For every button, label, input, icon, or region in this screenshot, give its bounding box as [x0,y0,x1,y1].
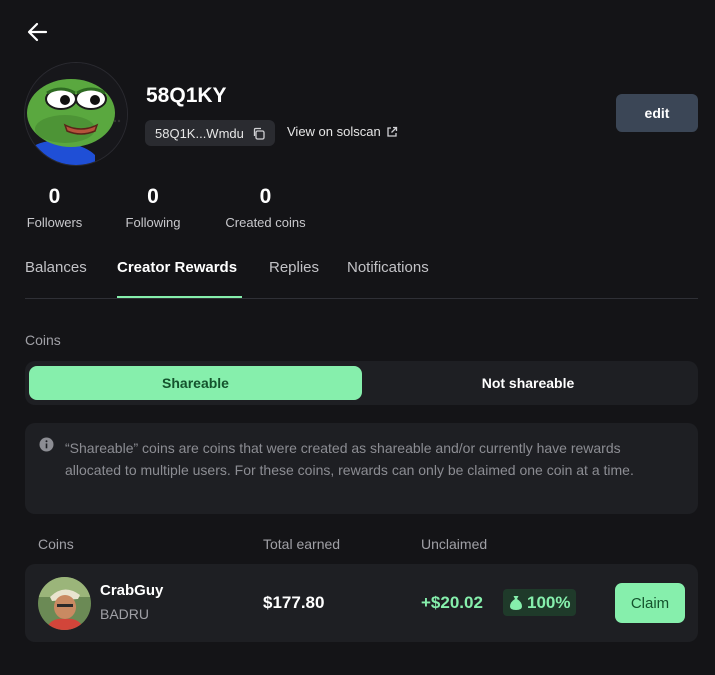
wallet-address-text: 58Q1K...Wmdu [155,125,244,141]
column-header-unclaimed: Unclaimed [421,536,488,552]
share-percentage: 100% [527,592,571,612]
active-tab-indicator [117,296,242,298]
followers-label: Followers [26,215,83,230]
info-text: “Shareable” coins are coins that were cr… [65,440,634,478]
money-bag-icon [510,595,522,610]
followers-count: 0 [48,185,61,208]
column-header-coins: Coins [38,536,74,552]
stat-created-coins[interactable]: 0 Created coins [222,184,309,230]
tab-balances[interactable]: Balances [25,259,87,276]
column-header-total-earned: Total earned [263,536,341,552]
coin-name[interactable]: CrabGuy [100,582,163,599]
solscan-link-label: View on solscan [287,124,381,139]
shareable-option[interactable]: Shareable [29,366,362,400]
share-badge: 100% [503,589,577,616]
table-row [25,564,698,642]
tab-creator-rewards[interactable]: Creator Rewards [117,259,237,276]
created-coins-label: Created coins [225,215,306,230]
following-label: Following [125,215,181,230]
stat-following[interactable]: 0 Following [124,184,182,230]
copy-icon[interactable] [252,127,265,140]
tabs-divider [25,298,698,299]
stat-followers[interactable]: 0 Followers [25,184,84,230]
tab-replies[interactable]: Replies [269,259,319,276]
profile-username: 58Q1KY [146,84,227,107]
total-earned-value: $177.80 [263,593,325,612]
coins-section-label: Coins [25,332,61,348]
coin-avatar[interactable] [38,577,91,630]
tab-notifications[interactable]: Notifications [347,259,429,276]
edit-profile-button[interactable]: edit [616,94,698,132]
unclaimed-value: +$20.02 [421,593,483,612]
not-shareable-option[interactable]: Not shareable [362,366,694,400]
created-coins-count: 0 [259,185,272,208]
claim-button[interactable]: Claim [615,583,685,623]
external-link-icon [387,126,397,137]
following-count: 0 [147,185,159,208]
back-arrow-icon [27,22,48,42]
info-icon [39,437,54,452]
wallet-address-chip[interactable]: 58Q1K...Wmdu [145,120,275,146]
view-on-solscan-link[interactable]: View on solscan [287,124,398,139]
coin-ticker: BADRU [100,606,150,622]
profile-avatar [24,62,128,166]
back-button[interactable] [24,18,52,46]
